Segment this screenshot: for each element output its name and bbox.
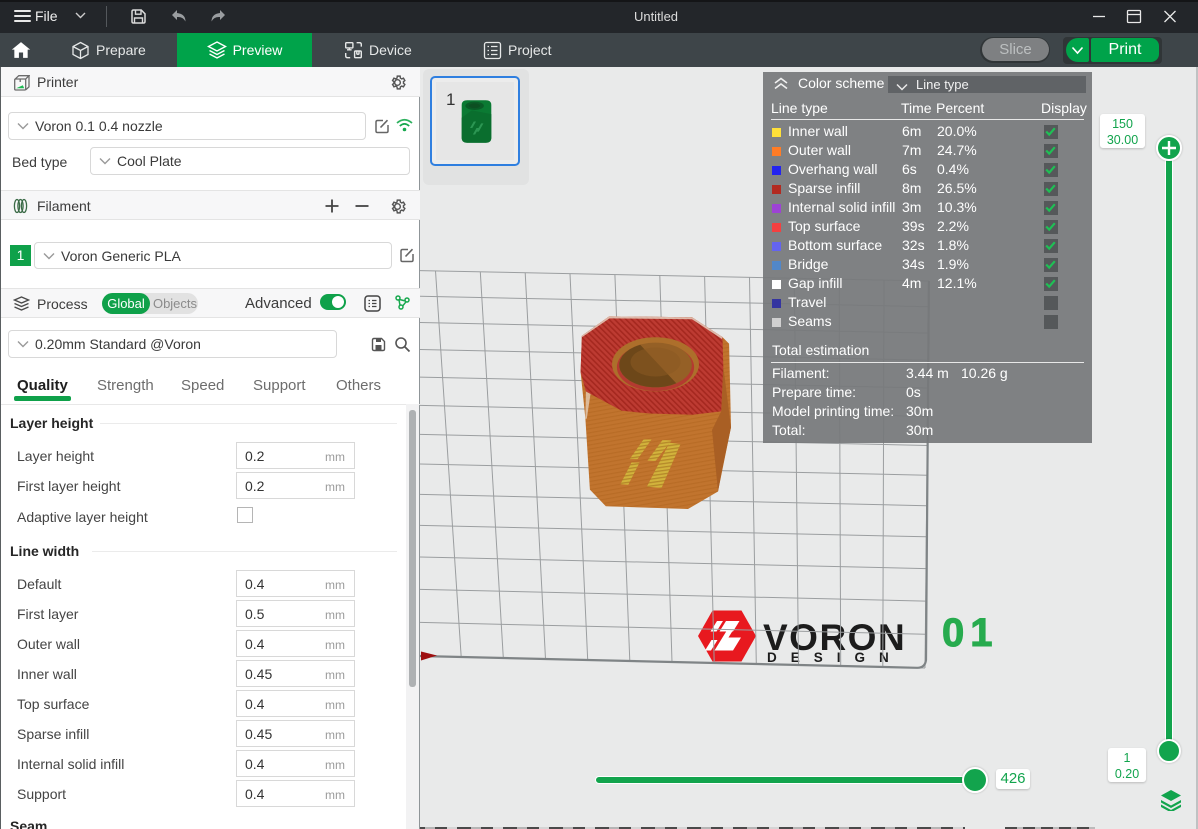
svg-text:01: 01 [942, 611, 999, 655]
